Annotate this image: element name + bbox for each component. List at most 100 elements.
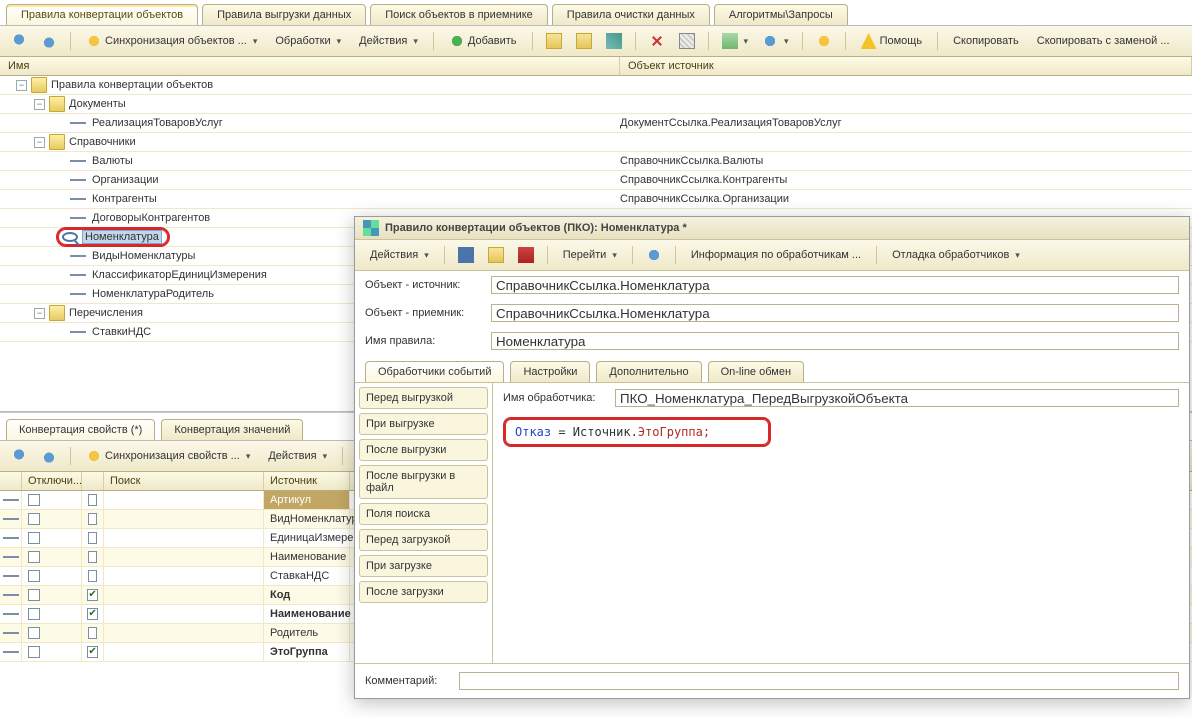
handler-on-import[interactable]: При загрузке: [359, 555, 488, 577]
column-source[interactable]: Объект источник: [620, 57, 1192, 75]
row-marker-icon: [3, 537, 19, 539]
handler-after-import[interactable]: После загрузки: [359, 581, 488, 603]
disable-checkbox[interactable]: [28, 608, 40, 620]
handler-before-export[interactable]: Перед выгрузкой: [359, 387, 488, 409]
edit-button[interactable]: [601, 30, 627, 52]
input-handler-name[interactable]: [615, 389, 1179, 407]
col-search[interactable]: Поиск: [104, 472, 264, 490]
handler-search-fields[interactable]: Поля поиска: [359, 503, 488, 525]
help-button[interactable]: Помощь: [854, 30, 930, 52]
dlg-tab-handlers[interactable]: Обработчики событий: [365, 361, 504, 382]
search-checkbox[interactable]: [88, 570, 97, 582]
search-checkbox[interactable]: [87, 608, 97, 620]
tree-item-row[interactable]: Валюты СправочникСсылка.Валюты: [0, 152, 1192, 171]
tab-algorithms[interactable]: Алгоритмы\Запросы: [714, 4, 848, 25]
nav-down-button[interactable]: [36, 30, 62, 52]
disable-checkbox[interactable]: [28, 532, 40, 544]
disable-checkbox[interactable]: [28, 646, 40, 658]
actions-button[interactable]: Действия: [352, 32, 425, 50]
new-doc-button[interactable]: [541, 30, 567, 52]
tab-value-conversion[interactable]: Конвертация значений: [161, 419, 303, 440]
nav-up-button[interactable]: [6, 445, 32, 467]
dlg-goto-button[interactable]: Перейти: [556, 246, 624, 264]
tree-item-row[interactable]: РеализацияТоваровУслуг ДокументСсылка.Ре…: [0, 114, 1192, 133]
filter-button[interactable]: [757, 30, 794, 52]
collapse-icon[interactable]: −: [34, 99, 45, 110]
input-dest[interactable]: [491, 304, 1179, 322]
tab-conversion-rules[interactable]: Правила конвертации объектов: [6, 4, 198, 25]
add-button[interactable]: Добавить: [442, 30, 524, 52]
search-checkbox[interactable]: [88, 513, 97, 525]
dialog-titlebar[interactable]: Правило конвертации объектов (ПКО): Номе…: [355, 217, 1189, 240]
delete-button[interactable]: [644, 30, 670, 52]
disable-checkbox[interactable]: [28, 513, 40, 525]
dlg-tab-settings[interactable]: Настройки: [510, 361, 590, 382]
col-disable[interactable]: Отключи...: [22, 472, 82, 490]
dlg-tab-additional[interactable]: Дополнительно: [596, 361, 701, 382]
handler-after-export[interactable]: После выгрузки: [359, 439, 488, 461]
sync-objects-button[interactable]: Синхронизация объектов ...: [79, 30, 264, 52]
refresh-icon: [816, 33, 832, 49]
disable-checkbox[interactable]: [28, 494, 40, 506]
input-source[interactable]: [491, 276, 1179, 294]
dlg-btn2[interactable]: [483, 244, 509, 266]
tree-item-row[interactable]: Организации СправочникСсылка.Контрагенты: [0, 171, 1192, 190]
dlg-save-button[interactable]: [453, 244, 479, 266]
search-checkbox[interactable]: [88, 627, 97, 639]
tree-documents-row[interactable]: −Документы: [0, 95, 1192, 114]
disable-checkbox[interactable]: [28, 627, 40, 639]
disable-checkbox[interactable]: [28, 589, 40, 601]
handler-on-export[interactable]: При выгрузке: [359, 413, 488, 435]
col-source[interactable]: Источник: [264, 472, 350, 490]
copy-doc-button[interactable]: [571, 30, 597, 52]
code-editor[interactable]: Отказ = Источник.ЭтоГруппа;: [503, 417, 771, 447]
handler-before-import[interactable]: Перед загрузкой: [359, 529, 488, 551]
separator: [635, 32, 636, 50]
tree-mode-button[interactable]: [717, 30, 754, 52]
dlg-btn3[interactable]: [513, 244, 539, 266]
nav-up-button[interactable]: [6, 30, 32, 52]
nav-down-button[interactable]: [36, 445, 62, 467]
handler-after-export-file[interactable]: После выгрузки в файл: [359, 465, 488, 499]
source-cell: Код: [264, 586, 350, 604]
tab-object-search[interactable]: Поиск объектов в приемнике: [370, 4, 548, 25]
collapse-icon[interactable]: −: [34, 308, 45, 319]
dlg-debug-button[interactable]: Отладка обработчиков: [885, 246, 1027, 264]
input-name[interactable]: [491, 332, 1179, 350]
disable-checkbox[interactable]: [28, 551, 40, 563]
tree-catalogs-row[interactable]: −Справочники: [0, 133, 1192, 152]
selection-button[interactable]: [674, 30, 700, 52]
dlg-tab-online[interactable]: On-line обмен: [708, 361, 804, 382]
column-name[interactable]: Имя: [0, 57, 620, 75]
processors-button[interactable]: Обработки: [268, 32, 348, 50]
source-cell: ЕдиницаИзмерения: [264, 529, 350, 547]
search-checkbox[interactable]: [87, 589, 97, 601]
col-flag[interactable]: [82, 472, 104, 490]
copy-replace-button[interactable]: Скопировать с заменой ...: [1030, 32, 1177, 50]
lower-actions-button[interactable]: Действия: [261, 447, 334, 465]
input-comment[interactable]: [459, 672, 1179, 690]
refresh-button[interactable]: [811, 30, 837, 52]
search-checkbox[interactable]: [88, 494, 97, 506]
row-handler-name: Имя обработчика:: [503, 389, 1179, 411]
tree-root-row[interactable]: −Правила конвертации объектов: [0, 76, 1192, 95]
separator: [433, 32, 434, 50]
tree-item-row[interactable]: Контрагенты СправочникСсылка.Организации: [0, 190, 1192, 209]
col-marker[interactable]: [0, 472, 22, 490]
collapse-icon[interactable]: −: [34, 137, 45, 148]
dlg-handlers-info-button[interactable]: Информация по обработчикам ...: [684, 246, 868, 264]
tab-export-rules[interactable]: Правила выгрузки данных: [202, 4, 366, 25]
dlg-actions-button[interactable]: Действия: [363, 246, 436, 264]
dlg-help-button[interactable]: [641, 244, 667, 266]
sync-props-button[interactable]: Синхронизация свойств ...: [79, 445, 257, 467]
disable-checkbox[interactable]: [28, 570, 40, 582]
anchor-icon: [518, 247, 534, 263]
search-checkbox[interactable]: [88, 532, 97, 544]
row-rule-name: Имя правила:: [355, 327, 1189, 355]
tab-cleanup-rules[interactable]: Правила очистки данных: [552, 4, 710, 25]
search-checkbox[interactable]: [88, 551, 97, 563]
collapse-icon[interactable]: −: [16, 80, 27, 91]
tab-property-conversion[interactable]: Конвертация свойств (*): [6, 419, 155, 440]
copy-button[interactable]: Скопировать: [946, 32, 1026, 50]
search-checkbox[interactable]: [87, 646, 97, 658]
